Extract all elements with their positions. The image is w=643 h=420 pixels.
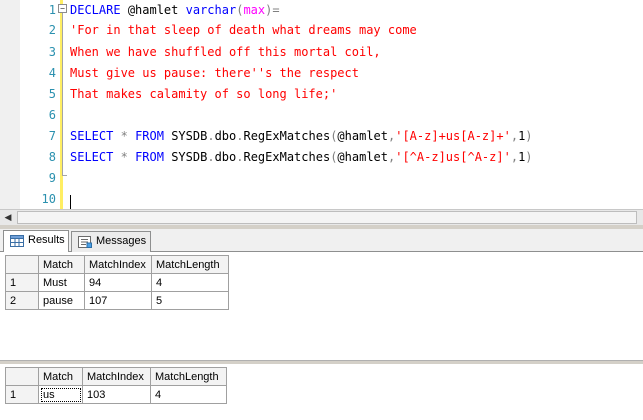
code-token: RegExMatches [243,150,331,164]
line-number: 4 [48,66,56,80]
text-caret [70,195,71,209]
outlining-guide [62,6,63,176]
code-token: , [510,150,519,164]
code-token: @hamlet [127,3,179,17]
code-token: = [272,3,280,17]
cell-matchlength[interactable]: 4 [150,385,227,404]
cell-match[interactable]: pause [38,291,85,310]
cell-matchindex[interactable]: 103 [82,385,151,404]
code-token: @hamlet [337,129,388,143]
results-grid-1[interactable]: Match MatchIndex MatchLength 1 Must 94 4… [5,255,229,310]
code-line[interactable]: 'For in that sleep of death what dreams … [70,23,417,37]
code-token: FROM [135,129,164,143]
line-number: 3 [48,45,56,59]
cell-matchindex[interactable]: 94 [84,273,152,292]
tab-results-label: Results [28,234,65,246]
code-token: ) [525,150,533,164]
code-line[interactable]: SELECT * FROM SYSDB.dbo.RegExMatches(@ha… [70,150,533,164]
line-number: 1 [48,3,56,17]
column-header-matchlength[interactable]: MatchLength [150,367,227,386]
results-pane: Match MatchIndex MatchLength 1 Must 94 4… [0,252,643,420]
code-line[interactable]: When we have shuffled off this mortal co… [70,45,381,59]
table-row[interactable]: 1 us 103 4 [5,385,227,404]
code-token: SELECT [70,150,114,164]
tab-messages[interactable]: Messages [71,231,151,252]
collapse-icon[interactable]: − [58,4,67,13]
line-number: 2 [48,23,56,37]
code-token: Must give us pause: there''s the respect [70,66,359,80]
row-number[interactable]: 2 [5,291,39,310]
code-token: ) [525,129,533,143]
code-token: . [207,150,215,164]
code-token: 'For in that sleep of death what dreams … [70,23,417,37]
column-header-matchindex[interactable]: MatchIndex [84,255,152,274]
code-token: dbo [214,150,237,164]
line-number: 6 [48,108,56,122]
code-line[interactable]: That makes calamity of so long life;' [70,87,337,101]
tab-results[interactable]: Results [3,230,69,252]
code-token: SYSDB [163,129,208,143]
outlining-end-tick [62,175,67,176]
code-line[interactable]: Must give us pause: there''s the respect [70,66,359,80]
code-token: * [120,150,128,164]
column-header-matchindex[interactable]: MatchIndex [82,367,151,386]
cell-matchlength[interactable]: 5 [151,291,229,310]
code-token: max [243,3,266,17]
code-token: That makes calamity of so long life;' [70,87,338,101]
line-number: 5 [48,87,56,101]
editor-horizontal-scrollbar[interactable]: ◀ [0,209,643,225]
code-token: SYSDB [163,150,208,164]
line-number: 7 [48,129,56,143]
editor-gutter [0,0,20,209]
scroll-left-arrow-icon[interactable]: ◀ [0,210,16,225]
code-token: varchar [185,3,237,17]
code-token: DECLARE [70,3,121,17]
code-token: SELECT [70,129,114,143]
code-token: . [207,129,215,143]
grid-icon [10,235,24,247]
table-row[interactable]: 1 Must 94 4 [5,273,229,292]
grid-divider[interactable] [0,360,643,364]
line-number: 8 [48,150,56,164]
code-token: dbo [214,129,237,143]
column-header-match[interactable]: Match [38,367,83,386]
messages-icon [78,236,92,248]
grid-corner[interactable] [5,367,39,386]
code-token: When we have shuffled off this mortal co… [70,45,381,59]
cell-match[interactable]: Must [38,273,85,292]
tab-messages-label: Messages [96,235,147,247]
code-token: @hamlet [337,150,388,164]
cell-matchindex[interactable]: 107 [84,291,152,310]
code-line[interactable]: SELECT * FROM SYSDB.dbo.RegExMatches(@ha… [70,129,533,143]
code-token: * [120,129,128,143]
row-number[interactable]: 1 [5,273,39,292]
results-tab-strip: Results Messages [0,229,643,252]
row-number[interactable]: 1 [5,385,39,404]
cell-match-selected[interactable]: us [38,385,83,404]
line-number: 9 [48,171,56,185]
code-line[interactable]: DECLARE @hamlet varchar(max)= [70,3,280,17]
code-token: FROM [135,150,164,164]
line-number: 10 [41,192,56,206]
code-token: '[A-z]+us[A-z]+' [395,129,511,143]
code-token: '[^A-z]us[^A-z]' [395,150,511,164]
code-token: RegExMatches [243,129,331,143]
grid-corner[interactable] [5,255,39,274]
sql-query-editor[interactable]: 1 2 3 4 5 6 7 8 9 10 − DECLARE @hamlet varchar(ma… [0,0,643,209]
scrollbar-thumb[interactable] [17,211,637,224]
table-row[interactable]: 2 pause 107 5 [5,291,229,310]
code-token: , [510,129,519,143]
column-header-matchlength[interactable]: MatchLength [151,255,229,274]
column-header-match[interactable]: Match [38,255,85,274]
results-grid-2[interactable]: Match MatchIndex MatchLength 1 us 103 4 [5,367,227,404]
cell-matchlength[interactable]: 4 [151,273,229,292]
